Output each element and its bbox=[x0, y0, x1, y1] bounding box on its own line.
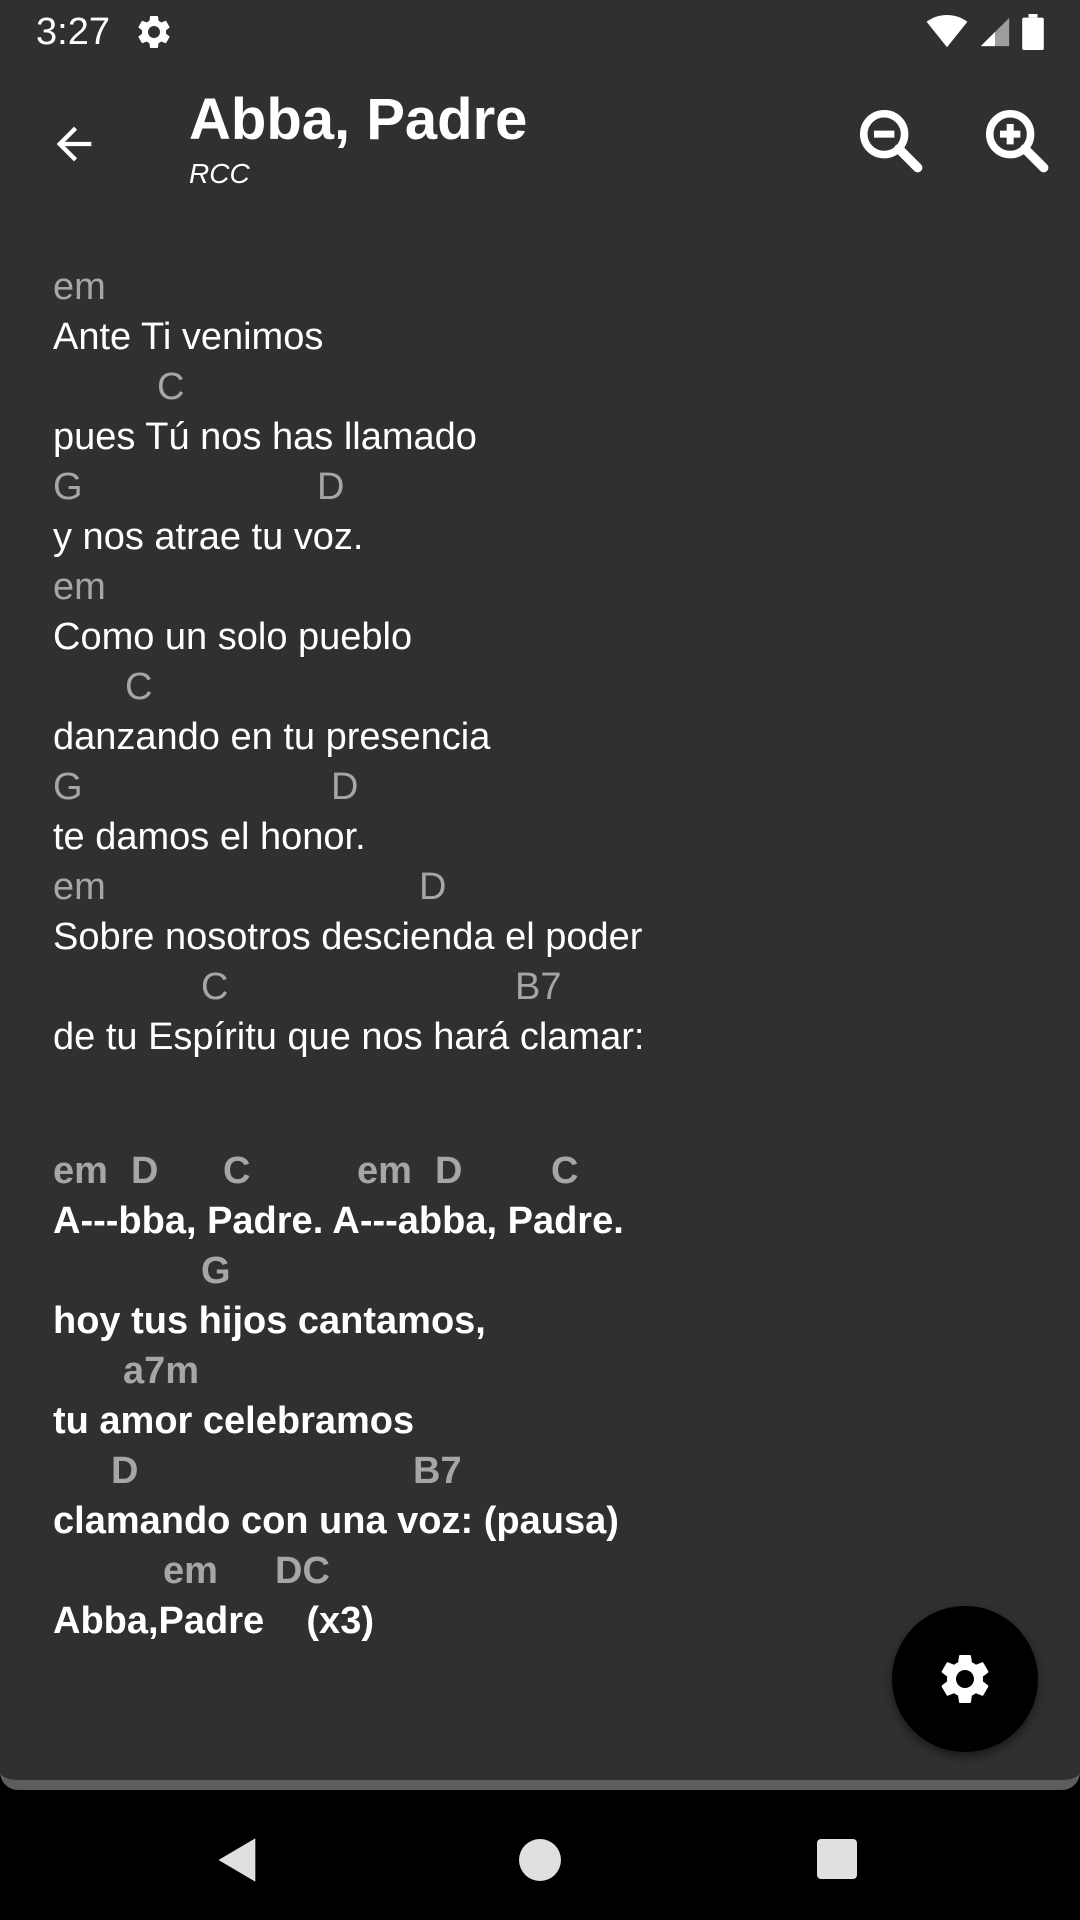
lyric-line: te damos el honor. bbox=[53, 816, 366, 858]
chord: em bbox=[53, 1150, 108, 1192]
chord: C bbox=[125, 666, 153, 708]
chord: em bbox=[357, 1150, 412, 1192]
nav-home-icon[interactable] bbox=[519, 1839, 561, 1881]
lyric-line: de tu Espíritu que nos hará clamar: bbox=[53, 1016, 645, 1058]
chord-line: em DC bbox=[53, 1546, 1033, 1596]
lyric-line: hoy tus hijos cantamos, bbox=[53, 1300, 486, 1342]
chord-line: G D bbox=[53, 462, 1033, 512]
app-surface: 3:27 Abba, Padre RCC em Ante Ti venimos … bbox=[0, 0, 1080, 1790]
lyric-line: A---bba, Padre. A---abba, Padre. bbox=[53, 1200, 624, 1242]
lyric-line: danzando en tu presencia bbox=[53, 716, 491, 758]
chord: D bbox=[331, 766, 359, 808]
cellular-signal-icon bbox=[980, 17, 1010, 47]
chord: em bbox=[53, 266, 106, 308]
chord: G bbox=[53, 766, 83, 808]
lyric-line: pues Tú nos has llamado bbox=[53, 416, 477, 458]
chord-line: em bbox=[53, 262, 1033, 312]
nav-back-icon[interactable] bbox=[212, 1834, 264, 1886]
song-lyrics: em Ante Ti venimos C pues Tú nos has lla… bbox=[53, 262, 1033, 1646]
zoom-in-icon bbox=[985, 109, 1049, 173]
settings-fab[interactable] bbox=[892, 1606, 1038, 1752]
back-button[interactable] bbox=[34, 104, 114, 184]
chord: B7 bbox=[413, 1450, 462, 1492]
chord: C bbox=[157, 366, 185, 408]
chord: G bbox=[53, 466, 83, 508]
chord-line: G bbox=[53, 1246, 1033, 1296]
lyric-line: Ante Ti venimos bbox=[53, 316, 324, 358]
page-subtitle: RCC bbox=[189, 158, 250, 189]
zoom-in-button[interactable] bbox=[976, 100, 1056, 180]
chord: C bbox=[223, 1150, 251, 1192]
settings-icon bbox=[138, 16, 170, 48]
lyric-line: tu amor celebramos bbox=[53, 1400, 415, 1442]
app-bar: Abba, Padre RCC bbox=[0, 64, 1080, 214]
chord-line: a7m bbox=[53, 1346, 1033, 1396]
status-time: 3:27 bbox=[36, 11, 110, 53]
arrow-back-icon bbox=[56, 126, 92, 162]
system-nav-bar bbox=[0, 1800, 1080, 1920]
settings-icon bbox=[941, 1655, 989, 1703]
chord: C bbox=[551, 1150, 579, 1192]
lyric-line: Abba,Padre (x3) bbox=[53, 1600, 374, 1642]
chord: DC bbox=[275, 1550, 330, 1592]
chord-line: em bbox=[53, 562, 1033, 612]
battery-icon bbox=[1022, 14, 1044, 50]
chord-line: C bbox=[53, 362, 1033, 412]
chord-line: C B7 bbox=[53, 962, 1033, 1012]
chord: B7 bbox=[515, 966, 562, 1008]
page-title: Abba, Padre bbox=[189, 87, 528, 152]
chord: em bbox=[53, 566, 106, 608]
chord: D bbox=[419, 866, 447, 908]
status-icons bbox=[926, 12, 1044, 52]
zoom-out-button[interactable] bbox=[850, 100, 930, 180]
chord-line: em D C em D C bbox=[53, 1146, 1033, 1196]
chord: D bbox=[435, 1150, 463, 1192]
chord: em bbox=[163, 1550, 218, 1592]
nav-recents-icon[interactable] bbox=[817, 1839, 857, 1879]
chord-line: D B7 bbox=[53, 1446, 1033, 1496]
chord: G bbox=[201, 1250, 231, 1292]
status-bar: 3:27 bbox=[0, 0, 1080, 64]
wifi-icon bbox=[926, 15, 968, 48]
chord: D bbox=[317, 466, 345, 508]
chord: D bbox=[111, 1450, 139, 1492]
lyric-line: Sobre nosotros descienda el poder bbox=[53, 916, 643, 958]
lyric-line: clamando con una voz: (pausa) bbox=[53, 1500, 619, 1542]
lyric-line: Como un solo pueblo bbox=[53, 616, 413, 658]
zoom-out-icon bbox=[859, 109, 923, 173]
chord-line: C bbox=[53, 662, 1033, 712]
chord: D bbox=[131, 1150, 159, 1192]
chord: em bbox=[53, 866, 106, 908]
chord-line: G D bbox=[53, 762, 1033, 812]
stanza-spacer bbox=[53, 1062, 1033, 1146]
lyric-line: y nos atrae tu voz. bbox=[53, 516, 364, 558]
chord: C bbox=[201, 966, 229, 1008]
screen: 3:27 Abba, Padre RCC em Ante Ti venimos … bbox=[0, 0, 1080, 1920]
chord: a7m bbox=[123, 1350, 200, 1392]
chord-line: em D bbox=[53, 862, 1033, 912]
